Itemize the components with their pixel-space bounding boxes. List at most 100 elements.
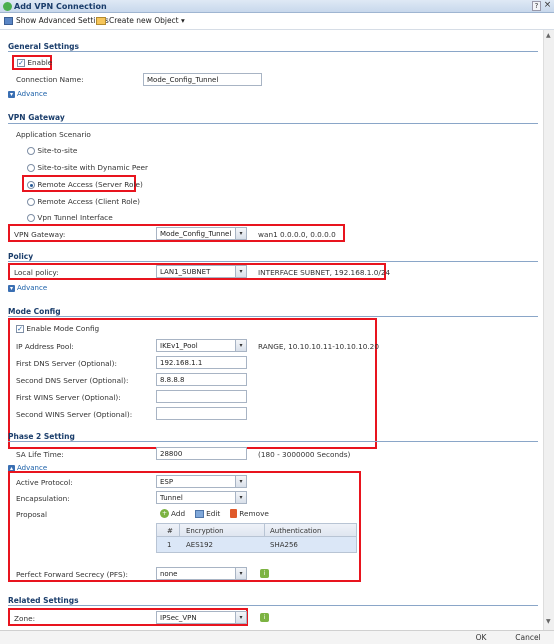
ip-pool-info: RANGE, 10.10.10.11-10.10.10.20	[258, 342, 379, 351]
table-row[interactable]: 1 AES192 SHA256	[156, 537, 357, 553]
section-related-title: Related Settings	[8, 596, 79, 605]
dialog-footer: OK Cancel	[0, 630, 554, 644]
encapsulation-select[interactable]: Tunnel ▾	[156, 491, 247, 504]
scenario-client-role[interactable]: Remote Access (Client Role)	[27, 197, 140, 206]
ok-button[interactable]: OK	[466, 633, 496, 643]
scroll-down-icon[interactable]: ▼	[546, 618, 551, 625]
toolbar: Show Advanced Settings Create new Object…	[0, 13, 554, 30]
remove-button[interactable]: Remove	[230, 509, 269, 518]
radio-icon	[27, 214, 35, 222]
enable-checkbox[interactable]: ✓ Enable	[17, 58, 52, 67]
divider	[8, 605, 538, 606]
section-general-title: General Settings	[8, 42, 80, 51]
general-advance-toggle[interactable]: ▾ Advance	[8, 90, 47, 98]
pfs-value: none	[160, 570, 178, 578]
scenario-option-label: Vpn Tunnel Interface	[37, 213, 113, 222]
divider	[8, 51, 538, 52]
scenario-option-label: Site-to-site with Dynamic Peer	[37, 163, 149, 172]
add-icon: +	[160, 509, 169, 518]
col-authentication: Authentication	[270, 527, 322, 535]
dns1-label: First DNS Server (Optional):	[16, 359, 117, 368]
section-phase2-title: Phase 2 Setting	[8, 432, 75, 441]
enable-mode-config-checkbox[interactable]: ✓ Enable Mode Config	[16, 324, 99, 333]
sa-life-hint: (180 - 3000000 Seconds)	[258, 450, 351, 459]
proposal-toolbar: + Add Edit Remove	[160, 509, 269, 518]
active-protocol-label: Active Protocol:	[16, 478, 73, 487]
scenario-tunnel-interface[interactable]: Vpn Tunnel Interface	[27, 213, 113, 222]
create-object-label: Create new Object ▾	[109, 16, 185, 25]
radio-selected-icon	[27, 181, 35, 189]
show-advanced-label: Show Advanced Settings	[16, 16, 109, 25]
zone-value: IPSec_VPN	[160, 614, 197, 622]
scenario-option-label: Remote Access (Client Role)	[37, 197, 141, 206]
dns1-input[interactable]: 192.168.1.1	[156, 356, 247, 369]
connection-name-input[interactable]: Mode_Config_Tunnel	[143, 73, 262, 86]
scenario-server-role[interactable]: Remote Access (Server Role)	[27, 180, 143, 189]
proposal-table-header: # Encryption Authentication	[156, 523, 357, 537]
cancel-button[interactable]: Cancel	[510, 633, 546, 643]
edit-label: Edit	[206, 509, 221, 518]
encapsulation-value: Tunnel	[160, 494, 183, 502]
scenario-option-label: Site-to-site	[37, 146, 78, 155]
col-num: #	[167, 527, 173, 535]
zone-select[interactable]: IPSec_VPN ▾	[156, 611, 247, 624]
vpn-gateway-info: wan1 0.0.0.0, 0.0.0.0	[258, 230, 336, 239]
encapsulation-label: Encapsulation:	[16, 494, 70, 503]
vpn-gateway-select[interactable]: Mode_Config_Tunnel ▾	[156, 227, 247, 240]
settings-list-icon	[4, 16, 13, 25]
checkbox-icon: ✓	[16, 325, 24, 333]
add-button[interactable]: + Add	[160, 509, 185, 518]
radio-icon	[27, 147, 35, 155]
content-area: General Settings ✓ Enable Connection Nam…	[0, 30, 543, 630]
close-icon[interactable]: ×	[543, 1, 552, 11]
show-advanced-button[interactable]: Show Advanced Settings	[4, 16, 109, 25]
active-protocol-select[interactable]: ESP ▾	[156, 475, 247, 488]
wins1-input[interactable]	[156, 390, 247, 403]
scenario-site-to-site[interactable]: Site-to-site	[27, 146, 77, 155]
dns2-input[interactable]: 8.8.8.8	[156, 373, 247, 386]
col-divider	[179, 524, 180, 537]
help-icon[interactable]: ?	[532, 1, 541, 11]
row-authentication: SHA256	[270, 541, 298, 549]
create-object-button[interactable]: Create new Object ▾	[96, 16, 185, 25]
local-policy-value: LAN1_SUBNET	[160, 268, 211, 276]
divider	[8, 316, 538, 317]
chevron-down-icon: ▾	[235, 492, 246, 503]
pfs-select[interactable]: none ▾	[156, 567, 247, 580]
edit-button[interactable]: Edit	[195, 509, 220, 518]
vertical-scrollbar[interactable]: ▲ ▼	[543, 30, 554, 630]
sa-life-input[interactable]: 28800	[156, 447, 247, 460]
advance-label: Advance	[17, 284, 48, 292]
vpn-gateway-label: VPN Gateway:	[14, 230, 66, 239]
divider	[8, 123, 538, 124]
title-bar: Add VPN Connection ? ×	[0, 0, 554, 13]
section-gateway-title: VPN Gateway	[8, 113, 65, 122]
section-policy-title: Policy	[8, 252, 34, 261]
checkbox-icon: ✓	[17, 59, 25, 67]
local-policy-select[interactable]: LAN1_SUBNET ▾	[156, 265, 247, 278]
info-icon[interactable]: i	[260, 569, 269, 578]
scenario-label: Application Scenario	[16, 130, 91, 139]
chevron-down-icon: ▾	[235, 340, 246, 351]
active-protocol-value: ESP	[160, 478, 174, 486]
divider	[8, 261, 538, 262]
vpn-icon	[3, 2, 12, 11]
info-icon[interactable]: i	[260, 613, 269, 622]
scenario-dynamic-peer[interactable]: Site-to-site with Dynamic Peer	[27, 163, 148, 172]
row-num: 1	[167, 541, 172, 549]
edit-icon	[195, 509, 205, 518]
wins2-input[interactable]	[156, 407, 247, 420]
col-encryption: Encryption	[186, 527, 224, 535]
dns2-label: Second DNS Server (Optional):	[16, 376, 129, 385]
enable-label: Enable	[27, 58, 53, 67]
zone-label: Zone:	[14, 614, 36, 623]
ip-pool-select[interactable]: IKEv1_Pool ▾	[156, 339, 247, 352]
vpn-gateway-value: Mode_Config_Tunnel	[160, 230, 232, 238]
proposal-label: Proposal	[16, 510, 47, 519]
enable-mode-config-label: Enable Mode Config	[26, 324, 100, 333]
policy-advance-toggle[interactable]: ▾ Advance	[8, 284, 47, 292]
scroll-up-icon[interactable]: ▲	[546, 32, 551, 39]
wins1-label: First WINS Server (Optional):	[16, 393, 121, 402]
wins2-label: Second WINS Server (Optional):	[16, 410, 133, 419]
connection-name-label: Connection Name:	[16, 75, 84, 84]
